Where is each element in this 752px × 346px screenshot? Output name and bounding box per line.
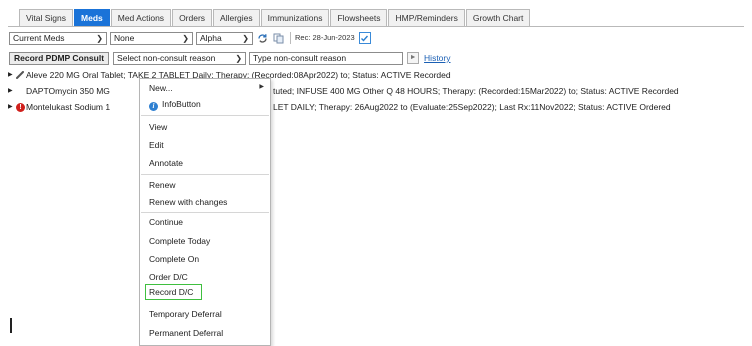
second-filter-select[interactable]: None ❯ <box>110 31 193 45</box>
med-text: DAPTOmycin 350 MG <box>26 86 110 96</box>
med-text: LET DAILY; Therapy: 26Aug2022 to (Evalua… <box>273 102 671 112</box>
tab-orders[interactable]: Orders <box>172 9 213 26</box>
med-filter-value: Current Meds <box>13 32 65 43</box>
menu-item-infobutton-label: InfoButton <box>162 99 201 109</box>
second-filter-value: None <box>114 32 135 43</box>
pill-icon <box>16 71 26 79</box>
menu-item-continue[interactable]: Continue <box>149 215 183 229</box>
med-row-continued: LET DAILY; Therapy: 26Aug2022 to (Evalua… <box>273 101 671 113</box>
menu-item-renew[interactable]: Renew <box>149 178 175 192</box>
menu-item-complete-on[interactable]: Complete On <box>149 252 199 266</box>
tab-med-actions[interactable]: Med Actions <box>110 9 172 26</box>
submenu-arrow-icon: ▶ <box>259 84 264 90</box>
calendar-check-icon[interactable] <box>358 32 371 44</box>
menu-item-annotate[interactable]: Annotate <box>149 156 183 170</box>
menu-item-edit[interactable]: Edit <box>149 138 164 152</box>
chevron-down-icon: ❯ <box>235 53 243 63</box>
menu-item-view[interactable]: View <box>149 120 167 134</box>
tab-allergies[interactable]: Allergies <box>213 9 260 26</box>
copy-icon[interactable] <box>272 32 284 44</box>
alert-icon: ! <box>16 102 25 112</box>
med-row-continued: tuted; INFUSE 400 MG Other Q 48 HOURS; T… <box>273 85 679 97</box>
expand-arrow-icon[interactable]: ▶ <box>8 85 16 97</box>
sort-value: Alpha <box>200 32 222 43</box>
menu-item-new[interactable]: New... <box>149 81 173 95</box>
menu-item-order-dc[interactable]: Order D/C <box>149 270 188 284</box>
context-menu: New... ▶ i InfoButton View Edit Annotate … <box>139 78 271 346</box>
menu-item-temporary-deferral[interactable]: Temporary Deferral <box>149 307 222 321</box>
menu-separator <box>141 115 269 116</box>
med-text: tuted; INFUSE 400 MG Other Q 48 HOURS; T… <box>273 86 679 96</box>
consult-row: Record PDMP Consult Select non-consult r… <box>9 51 451 65</box>
menu-separator <box>141 174 269 175</box>
tab-flowsheets[interactable]: Flowsheets <box>330 9 388 26</box>
non-consult-reason-select[interactable]: Select non-consult reason ❯ <box>113 51 247 65</box>
chevron-down-icon: ❯ <box>96 33 103 43</box>
tab-meds[interactable]: Meds <box>74 9 110 26</box>
menu-item-permanent-deferral[interactable]: Permanent Deferral <box>149 326 223 340</box>
text-cursor <box>10 318 12 333</box>
refresh-icon[interactable] <box>256 32 268 44</box>
med-filter-select[interactable]: Current Meds ❯ <box>9 31 107 45</box>
tab-growth-chart[interactable]: Growth Chart <box>465 9 531 26</box>
tab-hmp-reminders[interactable]: HMP/Reminders <box>388 9 465 26</box>
menu-item-infobutton[interactable]: i InfoButton <box>149 97 201 111</box>
filter-row: Current Meds ❯ None ❯ Alpha ❯ Rec: 28-Ju… <box>9 31 371 45</box>
non-consult-reason-value: Select non-consult reason <box>117 52 216 63</box>
non-consult-reason-input[interactable]: Type non-consult reason <box>249 51 404 65</box>
tab-vital-signs[interactable]: Vital Signs <box>19 9 74 26</box>
rec-date: Rec: 28-Jun-2023 <box>290 32 355 44</box>
menu-item-complete-today[interactable]: Complete Today <box>149 234 210 248</box>
info-icon: i <box>149 102 158 111</box>
menu-item-record-dc[interactable]: Record D/C <box>149 285 193 299</box>
med-row[interactable]: ▶ DAPTOmycin 350 MG <box>8 85 139 97</box>
chevron-down-icon: ❯ <box>242 33 249 43</box>
right-arrow-icon[interactable]: ► <box>407 52 420 64</box>
tab-bar: Vital Signs Meds Med Actions Orders Alle… <box>19 9 531 26</box>
menu-separator <box>141 212 269 213</box>
tab-immunizations[interactable]: Immunizations <box>260 9 330 26</box>
med-text: Montelukast Sodium 1 <box>26 102 111 112</box>
tab-divider <box>8 26 744 27</box>
med-row[interactable]: ▶ ! Montelukast Sodium 1 <box>8 101 139 113</box>
expand-arrow-icon[interactable]: ▶ <box>8 101 16 113</box>
menu-item-renew-with-changes[interactable]: Renew with changes <box>149 195 227 209</box>
menu-item-new-label: New... <box>149 83 173 93</box>
chevron-down-icon: ❯ <box>182 33 189 43</box>
expand-arrow-icon[interactable]: ▶ <box>8 69 16 81</box>
record-pdmp-consult-button[interactable]: Record PDMP Consult <box>9 51 110 65</box>
history-link[interactable]: History <box>424 53 450 63</box>
sort-select[interactable]: Alpha ❯ <box>196 31 253 45</box>
